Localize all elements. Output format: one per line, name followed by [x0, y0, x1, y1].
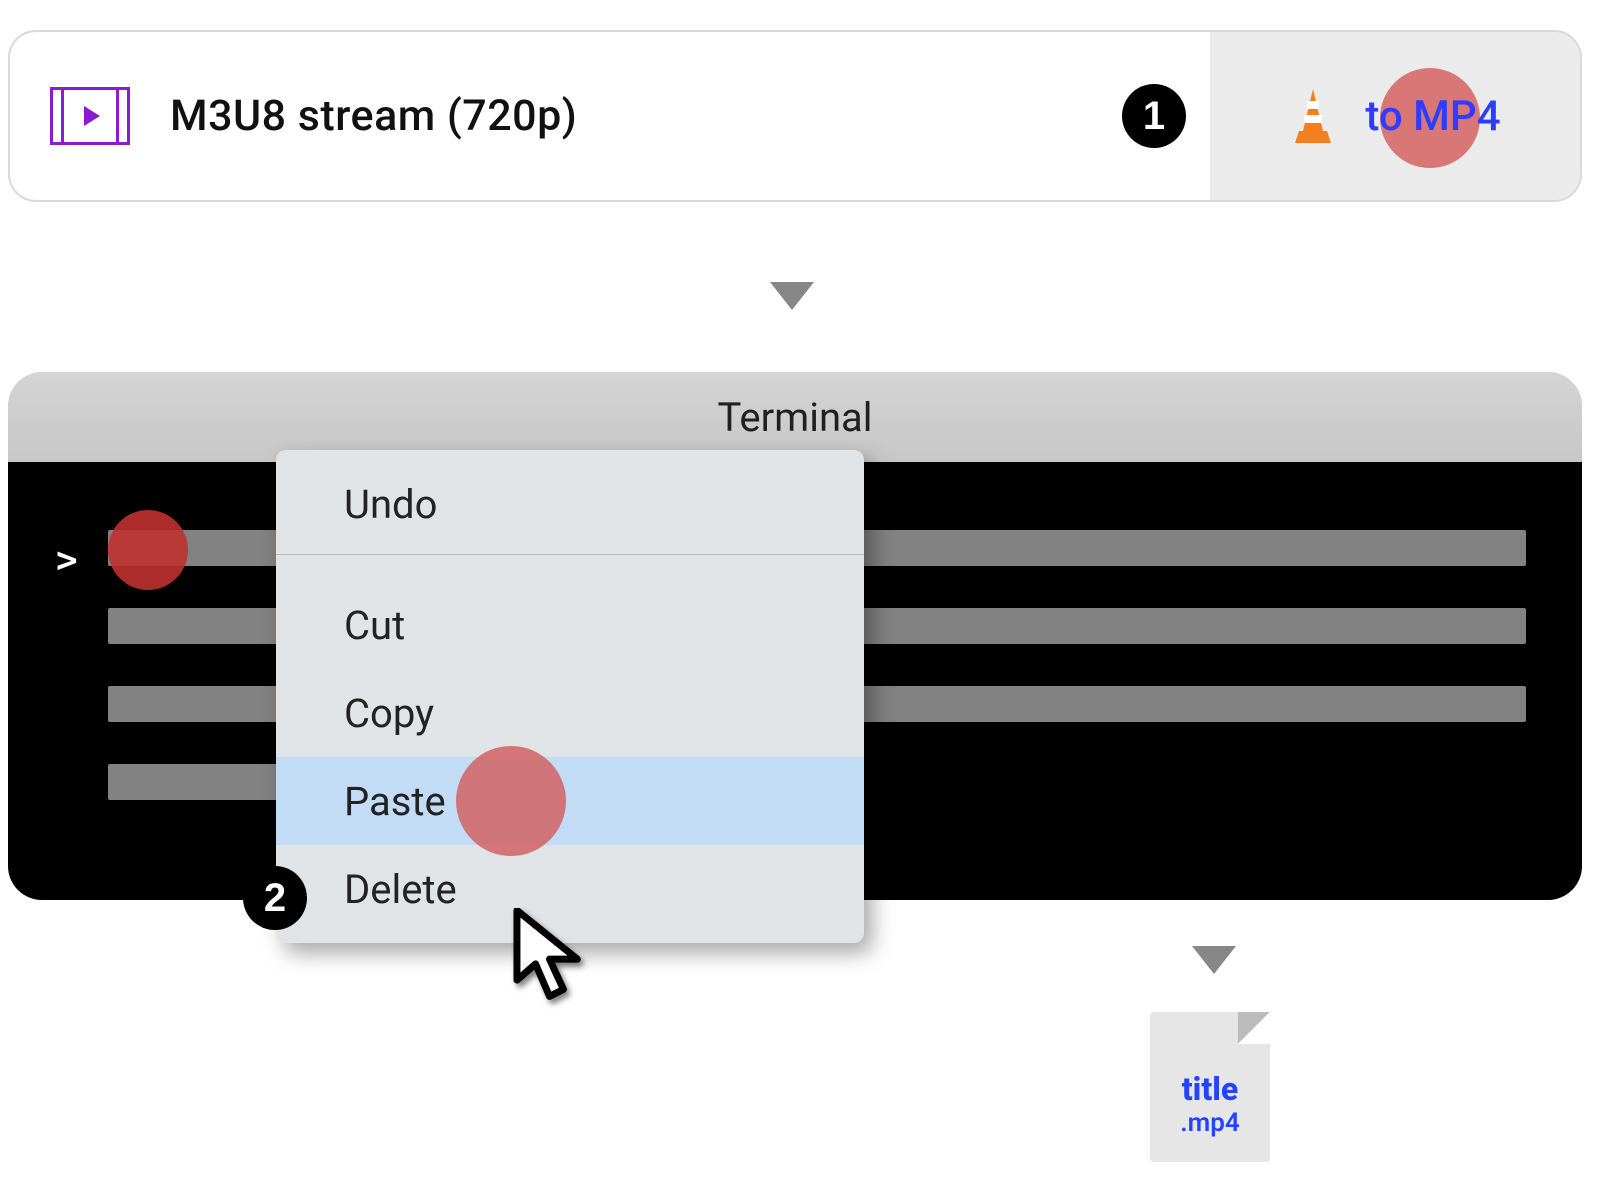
result-text: to MP4	[1365, 92, 1500, 141]
menu-item-label: Cut	[344, 602, 405, 649]
file-extension: .mp4	[1150, 1108, 1270, 1138]
menu-item-label: Undo	[344, 481, 437, 528]
search-bar: M3U8 stream (720p) to MP4	[8, 30, 1582, 202]
menu-item-label: Paste	[344, 778, 446, 825]
flow-arrow-icon	[1192, 946, 1236, 974]
step-badge-2: 2	[243, 866, 307, 930]
terminal-prompt: >	[56, 540, 78, 581]
highlight-dot	[108, 510, 188, 590]
search-bar-left: M3U8 stream (720p)	[10, 32, 1210, 200]
flow-arrow-icon	[770, 282, 814, 310]
menu-item-copy[interactable]: Copy	[276, 669, 864, 757]
mouse-cursor-icon	[510, 908, 596, 1008]
step-badge-1: 1	[1122, 84, 1186, 148]
file-title: title	[1150, 1070, 1270, 1108]
menu-item-undo[interactable]: Undo	[276, 460, 864, 548]
video-stream-icon	[50, 87, 130, 145]
menu-item-paste[interactable]: Paste	[276, 757, 864, 845]
terminal-titlebar: Terminal	[8, 372, 1582, 462]
vlc-cone-icon	[1289, 87, 1337, 145]
output-file: title .mp4	[1150, 1012, 1270, 1162]
menu-item-label: Copy	[344, 690, 434, 737]
menu-item-cut[interactable]: Cut	[276, 581, 864, 669]
search-result[interactable]: to MP4	[1210, 32, 1580, 200]
search-label: M3U8 stream (720p)	[170, 91, 577, 141]
play-icon	[84, 106, 100, 126]
context-menu: Undo Cut Copy Paste Delete	[276, 450, 864, 943]
menu-separator	[276, 554, 864, 555]
menu-item-label: Delete	[344, 866, 457, 913]
highlight-dot	[456, 746, 566, 856]
terminal-line-placeholder	[108, 764, 284, 800]
